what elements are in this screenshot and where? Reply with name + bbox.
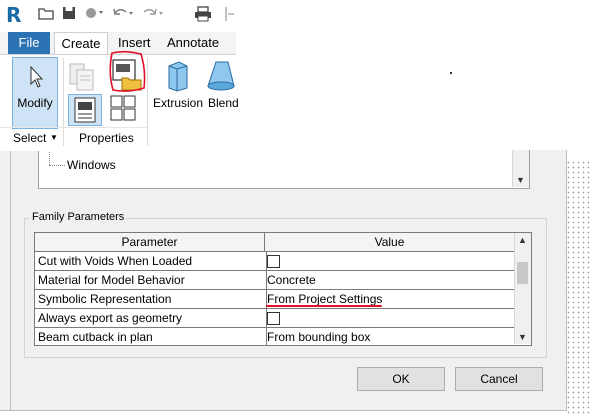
extrusion-icon[interactable] (165, 60, 191, 92)
column-header-value[interactable]: Value (265, 233, 514, 252)
tab-annotate[interactable]: Annotate (167, 32, 219, 54)
cancel-button[interactable]: Cancel (455, 367, 543, 391)
separator-icon (224, 6, 234, 25)
parameter-name: Always export as geometry (35, 309, 267, 327)
parameter-name: Material for Model Behavior (35, 271, 267, 289)
always-export-checkbox[interactable] (267, 312, 280, 325)
cut-with-voids-checkbox[interactable] (267, 255, 280, 268)
family-types-icon[interactable] (69, 62, 97, 92)
select-panel-label[interactable]: Select (13, 131, 46, 145)
family-types-properties-icon[interactable] (109, 94, 137, 122)
tab-file[interactable]: File (8, 32, 50, 54)
open-icon[interactable] (38, 6, 54, 23)
table-row[interactable]: Always export as geometry (35, 309, 514, 328)
chevron-down-icon[interactable]: ▼ (50, 133, 58, 142)
print-icon[interactable] (194, 6, 212, 25)
extrusion-label: Extrusion (153, 96, 204, 110)
family-parameters-legend: Family Parameters (30, 211, 127, 223)
undo-icon[interactable] (112, 6, 134, 23)
parameter-value[interactable]: From bounding box (267, 328, 511, 346)
table-row[interactable]: Cut with Voids When Loaded (35, 252, 514, 271)
annotation-circle (106, 50, 148, 94)
category-item-windows[interactable]: Windows (67, 158, 116, 172)
panel-label-divider (0, 127, 147, 128)
properties-panel-label: Properties (79, 131, 134, 145)
panel-divider (63, 58, 64, 146)
modify-label: Modify (17, 96, 53, 110)
sync-icon[interactable] (84, 6, 104, 23)
parameter-value[interactable] (267, 252, 511, 270)
blend-icon[interactable] (206, 60, 236, 92)
table-row[interactable]: Material for Model Behavior Concrete (35, 271, 514, 290)
parameter-name: Symbolic Representation (35, 290, 267, 308)
dialog-border (10, 150, 11, 410)
cursor-arrow-icon (30, 65, 44, 94)
save-icon[interactable] (62, 6, 76, 23)
family-properties-icon[interactable] (68, 94, 102, 126)
chevron-down-icon[interactable]: ▼ (516, 175, 525, 185)
chevron-down-icon[interactable]: ▼ (518, 332, 527, 342)
table-row[interactable]: Beam cutback in plan From bounding box (35, 328, 514, 346)
category-scrollbar[interactable]: ▼ (512, 150, 529, 187)
tab-create[interactable]: Create (54, 32, 108, 55)
blend-label: Blend (208, 96, 239, 110)
modify-button[interactable]: Modify (12, 57, 58, 129)
parameter-name: Cut with Voids When Loaded (35, 252, 267, 270)
stray-dot (450, 72, 452, 74)
parameter-value[interactable]: Concrete (267, 271, 511, 289)
parameter-value[interactable] (267, 309, 511, 327)
ribbon: R File Create Insert Annotate Modify Sel… (0, 0, 239, 151)
quick-access-toolbar: R (0, 0, 236, 32)
scrollbar-thumb[interactable] (517, 262, 528, 284)
background-hatch (566, 160, 592, 416)
redo-icon[interactable] (142, 6, 164, 23)
ok-button[interactable]: OK (357, 367, 445, 391)
parameter-table: Parameter Value Cut with Voids When Load… (34, 232, 532, 346)
tree-connector-horizontal (49, 165, 65, 167)
tree-connector (49, 150, 51, 165)
annotation-underline (266, 305, 382, 307)
chevron-up-icon[interactable]: ▲ (518, 235, 527, 245)
revit-logo-icon[interactable]: R (6, 4, 24, 26)
table-scrollbar[interactable]: ▲ ▼ (514, 233, 531, 344)
parameter-name: Beam cutback in plan (35, 328, 267, 346)
column-header-parameter[interactable]: Parameter (35, 233, 265, 252)
category-list[interactable]: Windows ▼ (38, 150, 530, 189)
